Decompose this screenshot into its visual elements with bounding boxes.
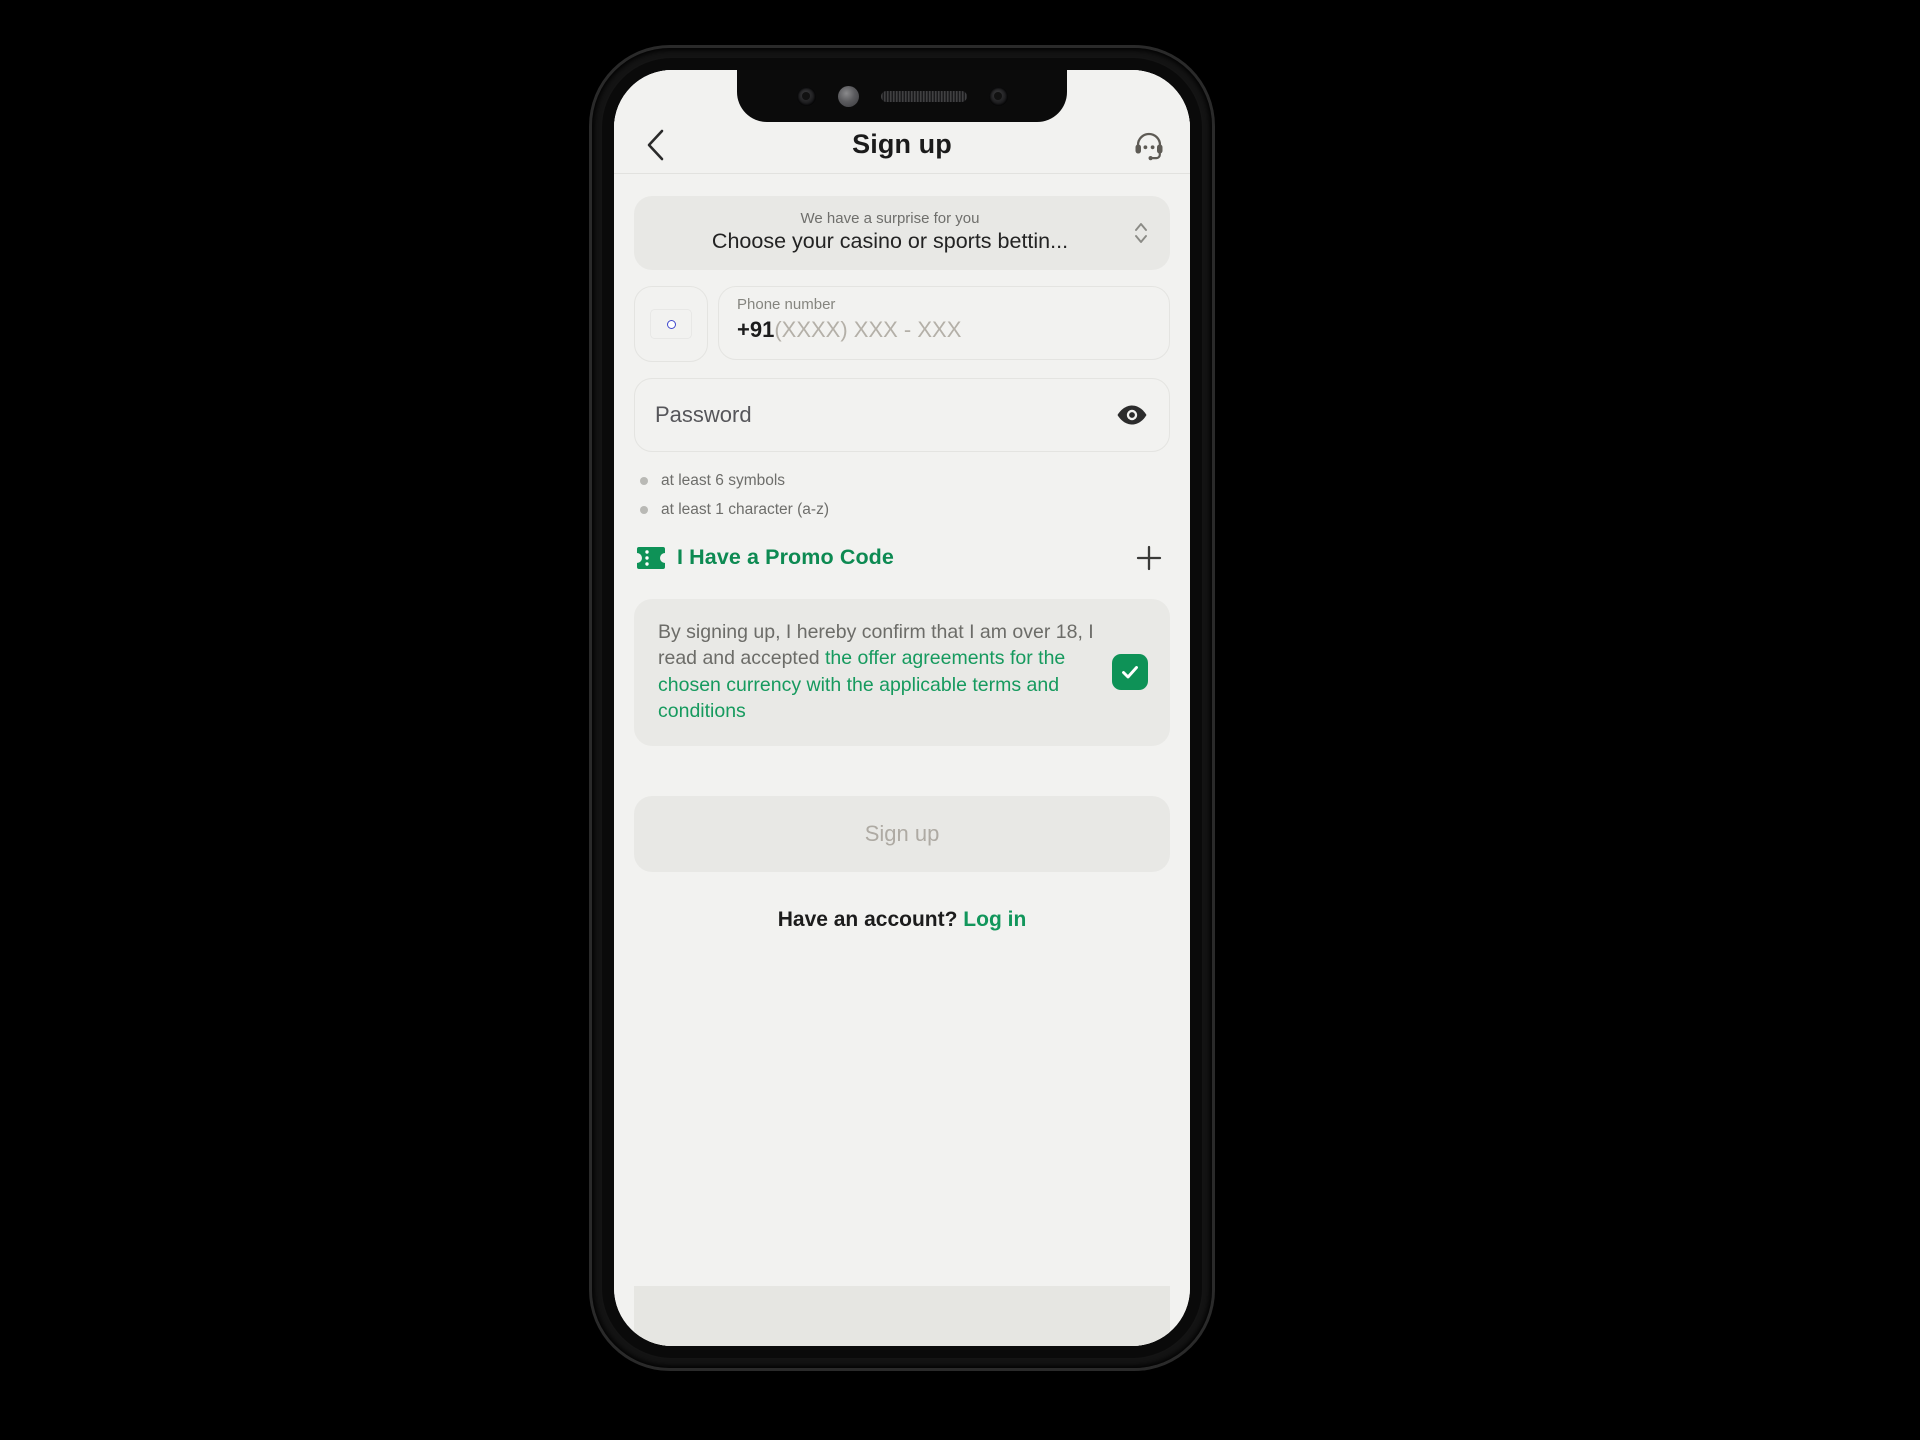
phone-notch (737, 70, 1067, 122)
ticket-icon (637, 546, 665, 569)
password-hint-label: at least 1 character (a-z) (661, 501, 829, 519)
chevron-left-icon (647, 129, 664, 160)
front-camera-icon (837, 85, 859, 107)
password-requirements: at least 6 symbols at least 1 character … (640, 466, 1170, 525)
earpiece-speaker-icon (880, 90, 967, 102)
phone-number-input[interactable]: Phone number +91(XXXX) XXX - XXX (718, 286, 1170, 360)
signup-form: We have a surprise for you Choose your c… (614, 174, 1190, 1346)
bottom-strip (634, 1286, 1170, 1346)
proximity-sensor-icon (796, 86, 816, 106)
phone-country-code: +91 (737, 317, 775, 342)
bullet-icon (640, 476, 648, 485)
password-hint-label: at least 6 symbols (661, 472, 786, 489)
support-headset-icon (1135, 132, 1163, 160)
checkmark-icon (1122, 665, 1138, 678)
password-hint: at least 1 character (a-z) (640, 495, 1170, 524)
bonus-selector[interactable]: We have a surprise for you Choose your c… (634, 196, 1170, 270)
chevron-up-down-icon (1135, 223, 1147, 243)
signup-submit-button[interactable]: Sign up (634, 796, 1170, 873)
bonus-selector-chevron[interactable] (1130, 219, 1152, 247)
bonus-selector-texts: We have a surprise for you Choose your c… (656, 210, 1130, 257)
login-prompt: Have an account? (777, 908, 958, 932)
password-visibility-toggle[interactable] (1115, 398, 1149, 432)
support-button[interactable] (1128, 124, 1170, 166)
promo-code-label: I Have a Promo Code (677, 545, 894, 570)
bonus-selector-value: Choose your casino or sports bettin... (711, 229, 1069, 254)
eye-icon (1117, 405, 1147, 425)
back-button[interactable] (634, 124, 676, 166)
phone-device: Sign up We have a surprise for you Choos… (592, 48, 1212, 1368)
terms-text: By signing up, I hereby confirm that I a… (658, 619, 1096, 724)
password-placeholder: Password (655, 402, 752, 427)
password-input[interactable]: Password (634, 378, 1170, 452)
phone-number-placeholder: (XXXX) XXX - XXX (774, 317, 962, 342)
flag-india-icon (651, 310, 691, 338)
phone-number-label: Phone number (737, 296, 836, 313)
login-row: Have an account? Log in (634, 908, 1170, 932)
login-link[interactable]: Log in (963, 908, 1026, 931)
terms-checkbox[interactable] (1112, 653, 1148, 690)
bonus-selector-label: We have a surprise for you (800, 209, 980, 227)
terms-agreement-box: By signing up, I hereby confirm that I a… (634, 598, 1170, 747)
promo-code-row[interactable]: I Have a Promo Code (634, 539, 1170, 577)
ambient-light-sensor-icon (988, 86, 1008, 106)
password-hint: at least 6 symbols (640, 466, 1170, 495)
promo-add-button[interactable] (1132, 541, 1166, 575)
signup-screen: Sign up We have a surprise for you Choos… (614, 70, 1190, 1346)
phone-screen: Sign up We have a surprise for you Choos… (614, 70, 1190, 1346)
country-selector-button[interactable] (634, 286, 708, 362)
phone-number-value: +91(XXXX) XXX - XXX (737, 315, 1151, 345)
plus-icon (1136, 545, 1162, 571)
phone-row: Phone number +91(XXXX) XXX - XXX (634, 286, 1170, 362)
bullet-icon (640, 506, 648, 515)
page-title: Sign up (852, 129, 952, 159)
